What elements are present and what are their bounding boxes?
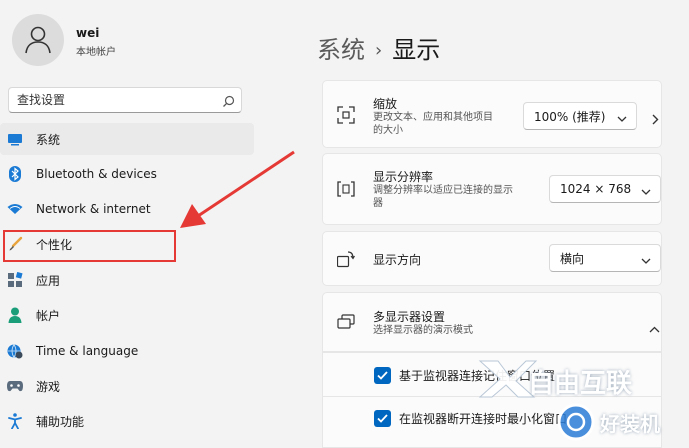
- breadcrumb-parent[interactable]: 系统: [317, 36, 365, 64]
- scale-title: 缩放: [373, 97, 398, 111]
- orientation-title: 显示方向: [373, 253, 422, 267]
- orientation-setting-card[interactable]: 显示方向 横向: [322, 231, 662, 286]
- scale-subtitle-line2: 的大小: [373, 125, 403, 136]
- resolution-setting-card[interactable]: 显示分辨率 调整分辨率以适应已连接的显示 器 1024 × 768: [322, 153, 662, 225]
- scale-dropdown-value: 100% (推荐): [534, 109, 606, 124]
- multi-display-icon: [337, 314, 355, 334]
- minimize-window-label: 在监视器断开连接时最小化窗口: [399, 412, 568, 426]
- resolution-subtitle: 调整分辨率以适应已连接的显示 器: [373, 184, 513, 210]
- resolution-subtitle-line2: 器: [373, 198, 383, 209]
- scale-icon: [337, 106, 355, 128]
- resolution-dropdown-value: 1024 × 768: [560, 182, 632, 196]
- checkmark-icon: [377, 371, 388, 380]
- resolution-title: 显示分辨率: [373, 170, 434, 184]
- resolution-dropdown[interactable]: 1024 × 768: [549, 175, 661, 203]
- multi-display-card[interactable]: 多显示器设置 选择显示器的演示模式: [322, 292, 662, 352]
- scale-dropdown[interactable]: 100% (推荐): [523, 102, 637, 130]
- scale-subtitle: 更改文本、应用和其他项目 的大小: [373, 111, 493, 137]
- watermark-circle-logo: [557, 403, 595, 441]
- breadcrumb-separator: ›: [375, 40, 383, 61]
- breadcrumb: 系统 › 显示: [317, 30, 440, 65]
- chevron-right-icon[interactable]: [652, 110, 659, 129]
- chevron-down-icon: [641, 254, 651, 268]
- orientation-dropdown[interactable]: 横向: [549, 244, 661, 272]
- minimize-window-checkbox[interactable]: [374, 410, 391, 427]
- scale-setting-card[interactable]: 缩放 更改文本、应用和其他项目 的大小 100% (推荐): [322, 80, 662, 148]
- page-title: 显示: [392, 36, 441, 64]
- orientation-dropdown-value: 横向: [560, 251, 585, 266]
- resolution-subtitle-line1: 调整分辨率以适应已连接的显示: [373, 185, 513, 196]
- chevron-up-icon[interactable]: [649, 318, 660, 337]
- scale-subtitle-line1: 更改文本、应用和其他项目: [373, 112, 493, 123]
- orientation-icon: [336, 250, 355, 272]
- remember-window-checkbox[interactable]: [374, 367, 391, 384]
- chevron-down-icon: [641, 185, 651, 199]
- watermark-brand1-text: 自由互联: [528, 369, 633, 399]
- checkmark-icon: [377, 414, 388, 423]
- multi-display-title: 多显示器设置: [373, 310, 446, 324]
- resolution-icon: [337, 181, 355, 201]
- watermark-brand1: 自由互联: [478, 355, 648, 405]
- watermark-brand2: 好装机: [556, 400, 689, 448]
- watermark-brand2-text: 好装机: [600, 412, 660, 436]
- chevron-down-icon: [617, 112, 627, 126]
- multi-display-subtitle: 选择显示器的演示模式: [373, 325, 473, 336]
